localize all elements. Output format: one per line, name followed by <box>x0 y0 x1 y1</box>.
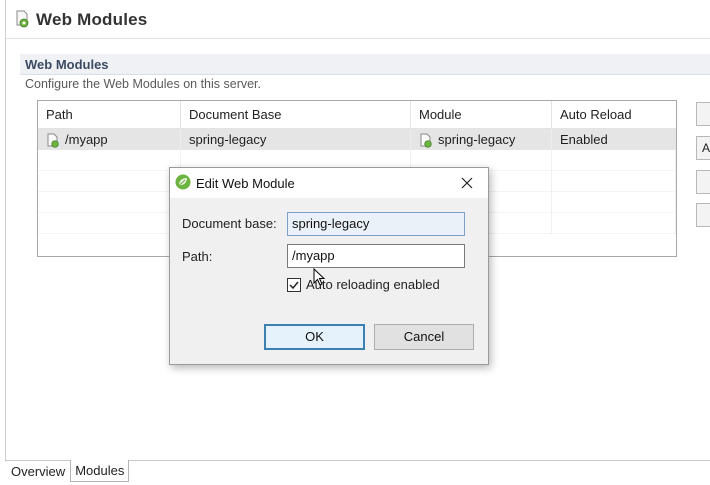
column-header-path[interactable]: Path <box>38 101 181 129</box>
dialog-title: Edit Web Module <box>196 175 295 191</box>
table-header: Path Document Base Module Auto Reload <box>38 101 676 129</box>
path-label: Path: <box>182 249 213 264</box>
header-divider <box>6 38 710 39</box>
cancel-button[interactable]: Cancel <box>374 324 474 350</box>
cell-auto-reload: Enabled <box>560 132 608 147</box>
editor-left-border <box>5 0 6 462</box>
tab-modules[interactable]: Modules <box>70 460 130 482</box>
auto-reload-option[interactable]: Auto reloading enabled <box>287 277 440 292</box>
document-base-field[interactable]: spring-legacy <box>287 212 465 236</box>
server-module-icon <box>14 10 30 31</box>
ok-button[interactable]: OK <box>264 324 365 350</box>
column-header-module[interactable]: Module <box>411 101 552 129</box>
spring-leaf-icon <box>175 174 191 193</box>
edit-module-button[interactable] <box>696 170 710 194</box>
cell-module-text: spring-legacy <box>438 132 516 147</box>
document-base-label: Document base: <box>182 216 277 231</box>
cell-module: spring-legacy <box>411 129 552 150</box>
auto-reload-checkbox[interactable] <box>287 277 301 292</box>
web-module-icon <box>46 133 60 148</box>
close-icon[interactable] <box>458 174 476 192</box>
section-description: Configure the Web Modules on this server… <box>25 77 262 91</box>
column-header-document-base[interactable]: Document Base <box>181 101 411 129</box>
editor-bottom-tabs: Overview Modules <box>6 460 130 482</box>
mouse-cursor-icon <box>313 267 327 288</box>
section-title: Web Modules <box>25 56 109 72</box>
editor-header: Web Modules <box>14 8 147 32</box>
edit-web-module-dialog: Edit Web Module Document base: spring-le… <box>169 167 489 365</box>
dialog-titlebar[interactable]: Edit Web Module <box>170 168 488 198</box>
web-modules-section: Web Modules Configure the Web Modules on… <box>20 54 710 91</box>
page-title: Web Modules <box>36 10 148 29</box>
column-header-auto-reload[interactable]: Auto Reload <box>552 101 676 129</box>
add-module-button[interactable] <box>696 102 710 126</box>
web-module-icon <box>419 133 433 148</box>
section-title-bar[interactable]: Web Modules <box>20 54 710 75</box>
cell-document-base: spring-legacy <box>181 129 411 150</box>
cell-path: /myapp <box>38 129 181 150</box>
table-row[interactable]: /myapp spring-legacy spring-legacy Enabl… <box>38 129 676 150</box>
cell-path-text: /myapp <box>65 132 108 147</box>
remove-module-button[interactable] <box>696 203 710 227</box>
add-external-module-button[interactable]: A <box>696 136 710 160</box>
tab-overview[interactable]: Overview <box>6 460 70 482</box>
path-field[interactable]: /myapp <box>287 244 465 268</box>
